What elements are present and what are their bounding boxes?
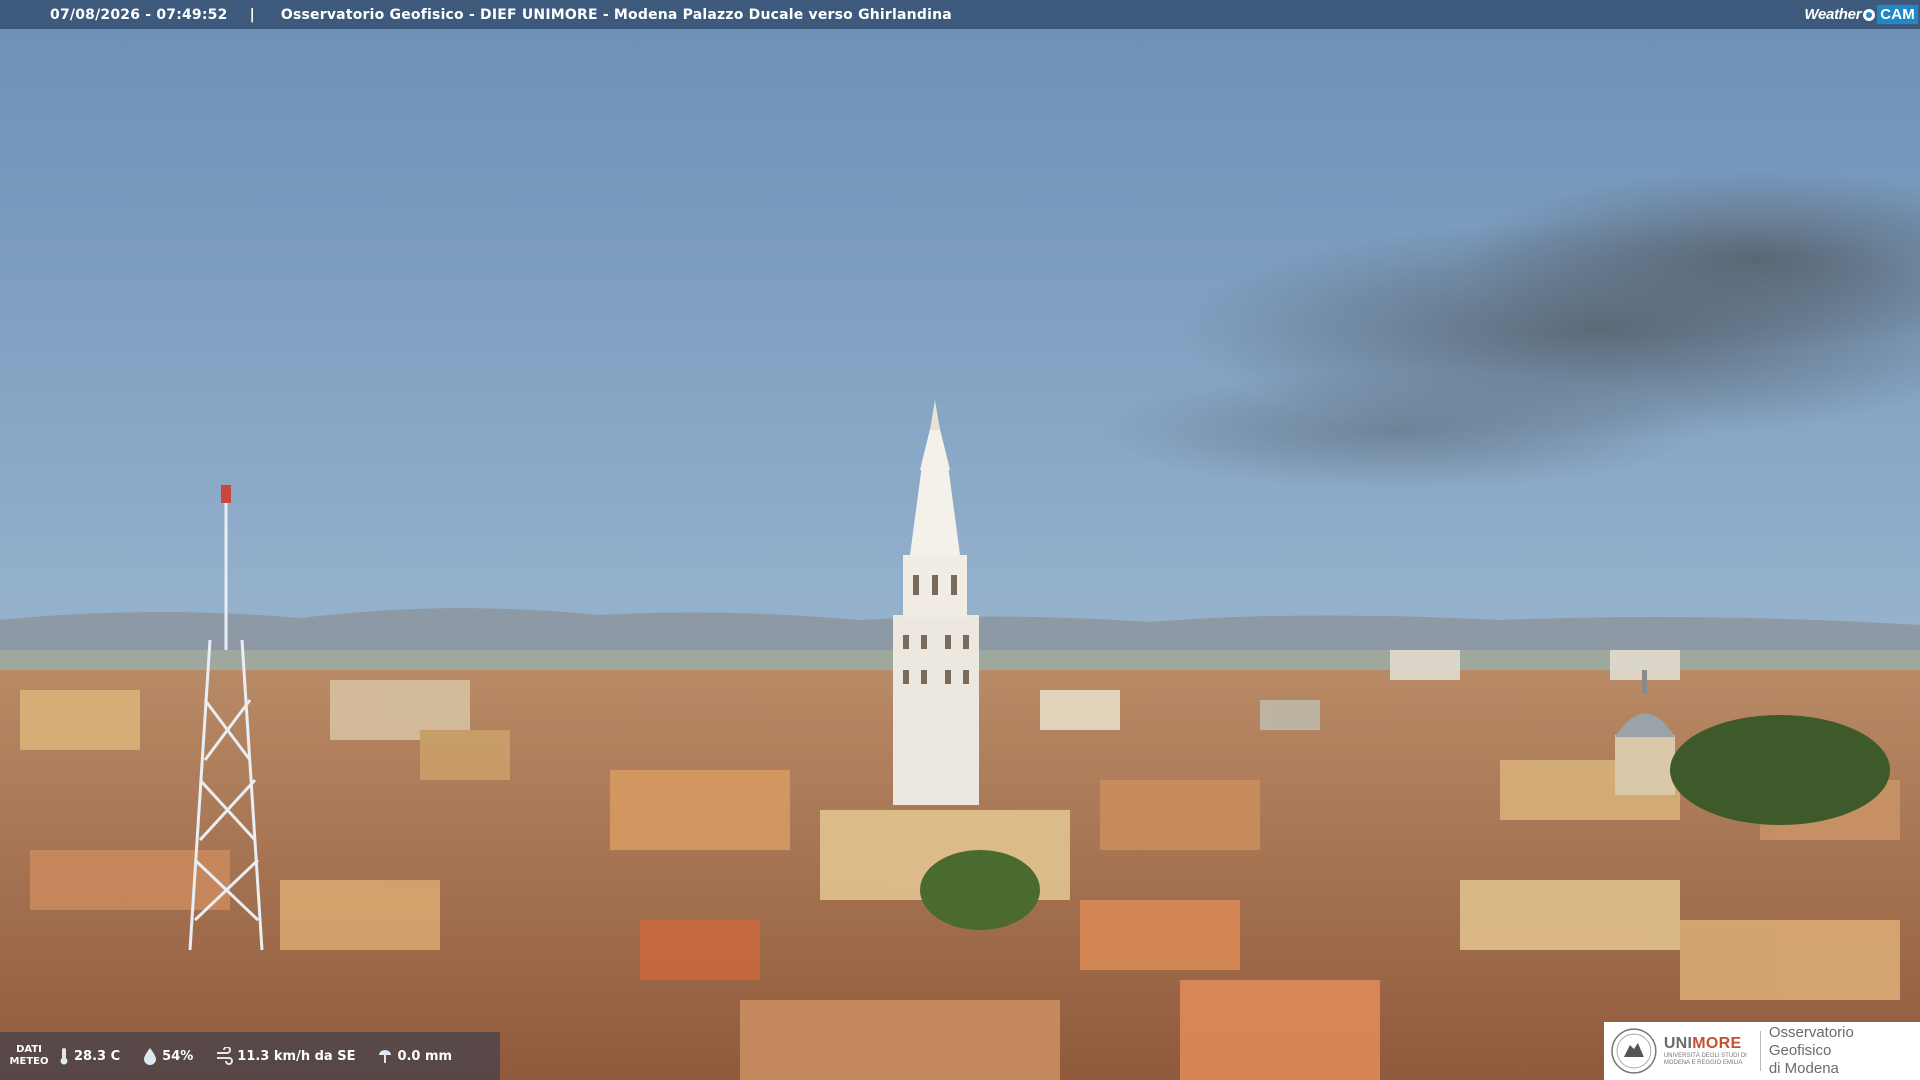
logo-divider <box>1759 1031 1761 1071</box>
temperature-item: 28.3 C <box>58 1047 120 1065</box>
timestamp: 07/08/2026 - 07:49:52 <box>50 6 228 23</box>
rain-item: 0.0 mm <box>377 1047 452 1065</box>
meteo-label-line1: DATI <box>16 1044 42 1055</box>
university-seal-icon <box>1611 1028 1657 1074</box>
brand-cam: CAM <box>1877 5 1918 24</box>
observatory-line1: Osservatorio Geofisico <box>1768 1024 1854 1059</box>
weathercam-logo: Weather CAM <box>1804 2 1918 27</box>
webcam-image <box>0 0 1920 1080</box>
meteo-bar: DATI METEO 28.3 C 54% 11.3 km/h da SE 0.… <box>0 1032 500 1080</box>
meteo-label-line2: METEO <box>9 1056 49 1067</box>
observatory-name: Osservatorio Geofisico di Modena <box>1769 1024 1920 1078</box>
webcam-frame: 07/08/2026 - 07:49:52 | Osservatorio Geo… <box>0 0 1920 1080</box>
caption-bar: 07/08/2026 - 07:49:52 | Osservatorio Geo… <box>0 0 1920 29</box>
uni-prefix: UNI <box>1663 1035 1693 1052</box>
uni-subtitle: UNIVERSITÀ DEGLI STUDI DI MODENA E REGGI… <box>1663 1053 1747 1066</box>
humidity-item: 54% <box>142 1047 193 1065</box>
rain-value: 0.0 mm <box>397 1048 453 1064</box>
rain-icon <box>379 1050 392 1063</box>
observatory-line2: di Modena <box>1768 1060 1839 1077</box>
eye-icon <box>1863 8 1876 21</box>
unimore-wordmark: UNIMORE UNIVERSITÀ DEGLI STUDI DI MODENA… <box>1664 1035 1750 1067</box>
humidity-value: 54% <box>162 1048 194 1064</box>
uni-suffix: MORE <box>1692 1035 1742 1052</box>
camera-title: Osservatorio Geofisico - DIEF UNIMORE - … <box>280 6 952 23</box>
thermometer-icon <box>60 1048 68 1065</box>
meteo-label: DATI METEO <box>0 1044 58 1068</box>
humidity-drop-icon <box>144 1048 157 1065</box>
temperature-value: 28.3 C <box>74 1048 121 1064</box>
wind-icon <box>217 1047 234 1065</box>
wind-item: 11.3 km/h da SE <box>215 1047 355 1065</box>
separator: | <box>249 6 255 23</box>
wind-value: 11.3 km/h da SE <box>237 1048 356 1064</box>
brand-weather: Weather <box>1804 6 1862 23</box>
unimore-logo: UNIMORE UNIVERSITÀ DEGLI STUDI DI MODENA… <box>1604 1022 1920 1080</box>
